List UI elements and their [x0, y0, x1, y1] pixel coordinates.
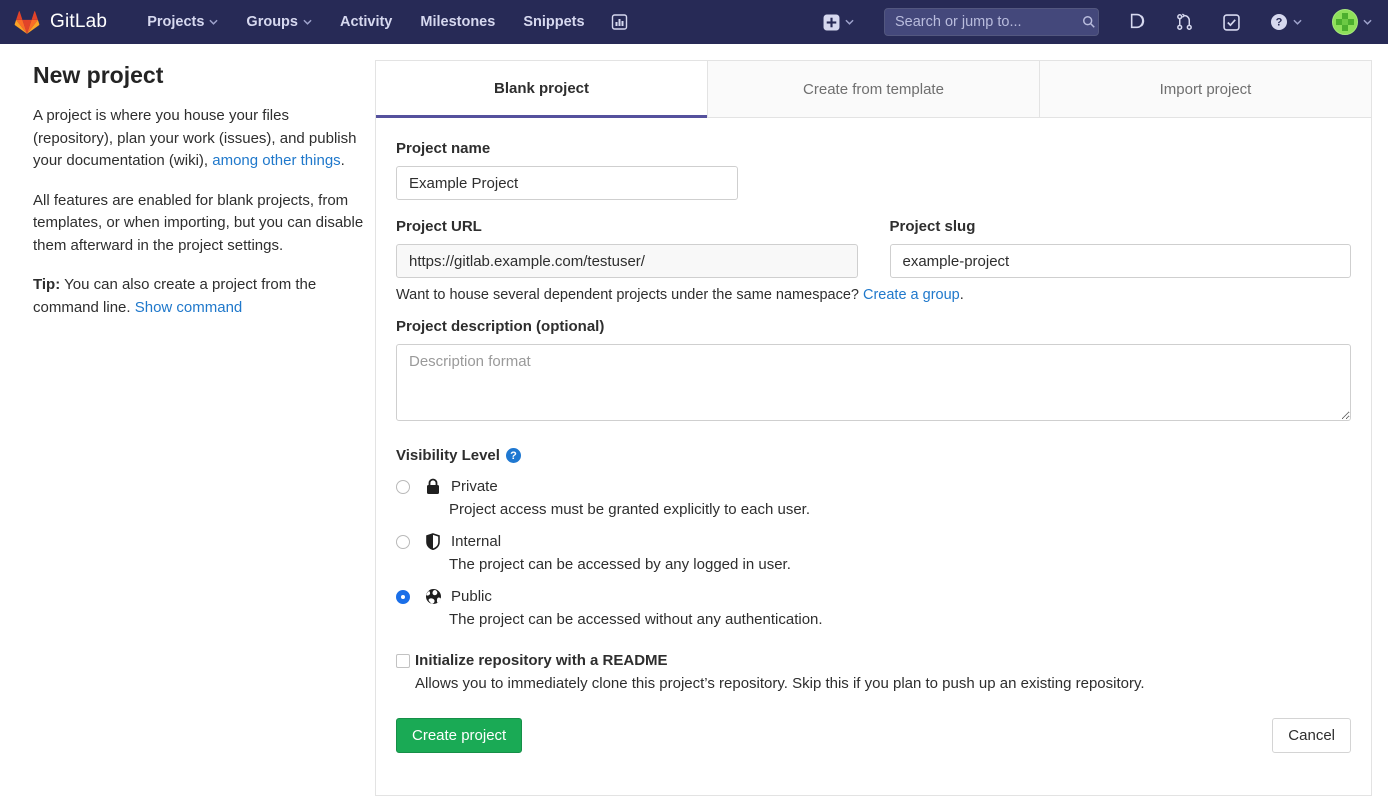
svg-text:?: ? — [1276, 17, 1283, 29]
readme-option: Initialize repository with a README Allo… — [396, 652, 1351, 692]
nav-activity[interactable]: Activity — [328, 8, 404, 36]
global-search[interactable] — [884, 8, 1099, 36]
project-slug-input[interactable] — [890, 244, 1352, 278]
lock-icon — [424, 478, 442, 495]
visibility-option-internal: Internal The project can be accessed by … — [396, 533, 1351, 573]
nav-groups[interactable]: Groups — [234, 8, 324, 36]
shield-icon — [424, 533, 442, 550]
visibility-option-private: Private Project access must be granted e… — [396, 478, 1351, 518]
tab-import-project[interactable]: Import project — [1039, 61, 1371, 118]
page-title: New project — [33, 62, 366, 89]
nav-projects[interactable]: Projects — [135, 8, 230, 36]
nav-milestones[interactable]: Milestones — [408, 8, 507, 36]
chevron-down-icon — [303, 19, 312, 25]
merge-requests-icon[interactable] — [1166, 7, 1203, 37]
internal-description: The project can be accessed by any logge… — [396, 556, 1351, 573]
issues-icon[interactable] — [1119, 7, 1156, 37]
readme-label: Initialize repository with a README — [415, 652, 668, 669]
page-body: New project A project is where you house… — [0, 60, 1388, 796]
url-slug-row: Project URL Project slug — [396, 218, 1351, 278]
chevron-down-icon — [845, 19, 854, 25]
analytics-chart-icon[interactable] — [601, 8, 638, 36]
among-other-things-link[interactable]: among other things — [212, 152, 340, 169]
public-description: The project can be accessed without any … — [396, 611, 1351, 628]
private-description: Project access must be granted explicitl… — [396, 501, 1351, 518]
search-icon — [1082, 15, 1096, 29]
tab-create-from-template[interactable]: Create from template — [707, 61, 1039, 118]
project-description-label: Project description (optional) — [396, 318, 1351, 335]
project-slug-label: Project slug — [890, 218, 1352, 235]
project-url-label: Project URL — [396, 218, 858, 235]
help-icon: ? — [1270, 13, 1288, 31]
help-menu-button[interactable]: ? — [1260, 7, 1312, 37]
private-label: Private — [451, 478, 498, 495]
visibility-option-public: Public The project can be accessed witho… — [396, 588, 1351, 628]
public-radio[interactable] — [396, 590, 410, 604]
readme-description: Allows you to immediately clone this pro… — [396, 675, 1351, 692]
todos-icon[interactable] — [1213, 8, 1250, 37]
tab-blank-project[interactable]: Blank project — [376, 61, 707, 118]
plus-square-icon — [823, 14, 840, 31]
tanuki-icon — [14, 10, 40, 35]
project-name-input[interactable] — [396, 166, 738, 200]
main-menu: Projects Groups Activity Milestones Snip… — [135, 8, 637, 36]
namespace-hint: Want to house several dependent projects… — [396, 287, 1351, 303]
visibility-level-label: Visibility Level ? — [396, 447, 1351, 464]
cancel-button[interactable]: Cancel — [1272, 718, 1351, 753]
blank-project-form: Project name Project URL Project slug Wa… — [376, 118, 1371, 773]
public-label: Public — [451, 588, 492, 605]
project-name-label: Project name — [396, 140, 1351, 157]
brand-name: GitLab — [50, 11, 107, 33]
features-paragraph: All features are enabled for blank proje… — [33, 190, 366, 258]
new-project-panel: Blank project Create from template Impor… — [375, 60, 1372, 796]
new-project-sidebar: New project A project is where you house… — [33, 60, 366, 336]
project-url-select[interactable] — [396, 244, 858, 278]
chevron-down-icon — [1293, 19, 1302, 25]
form-actions: Create project Cancel — [396, 718, 1351, 753]
new-menu-button[interactable] — [813, 8, 864, 37]
search-input[interactable] — [895, 14, 1082, 30]
chevron-down-icon — [1363, 19, 1372, 25]
gitlab-logo[interactable]: GitLab — [14, 10, 107, 35]
visibility-help-icon[interactable]: ? — [506, 448, 521, 463]
user-menu-button[interactable] — [1322, 3, 1372, 41]
show-command-link[interactable]: Show command — [135, 299, 243, 316]
tip-paragraph: Tip: You can also create a project from … — [33, 274, 366, 319]
project-type-tabs: Blank project Create from template Impor… — [376, 61, 1371, 118]
internal-label: Internal — [451, 533, 501, 550]
create-project-button[interactable]: Create project — [396, 718, 522, 753]
navbar-right: ? — [813, 3, 1372, 41]
intro-paragraph: A project is where you house your files … — [33, 105, 366, 173]
project-description-textarea[interactable] — [396, 344, 1351, 421]
globe-icon — [424, 588, 442, 605]
create-a-group-link[interactable]: Create a group — [863, 287, 960, 303]
private-radio[interactable] — [396, 480, 410, 494]
nav-snippets[interactable]: Snippets — [511, 8, 596, 36]
avatar — [1332, 9, 1358, 35]
readme-checkbox[interactable] — [396, 654, 410, 668]
top-navbar: GitLab Projects Groups Activity Mileston… — [0, 0, 1388, 44]
chevron-down-icon — [209, 19, 218, 25]
internal-radio[interactable] — [396, 535, 410, 549]
